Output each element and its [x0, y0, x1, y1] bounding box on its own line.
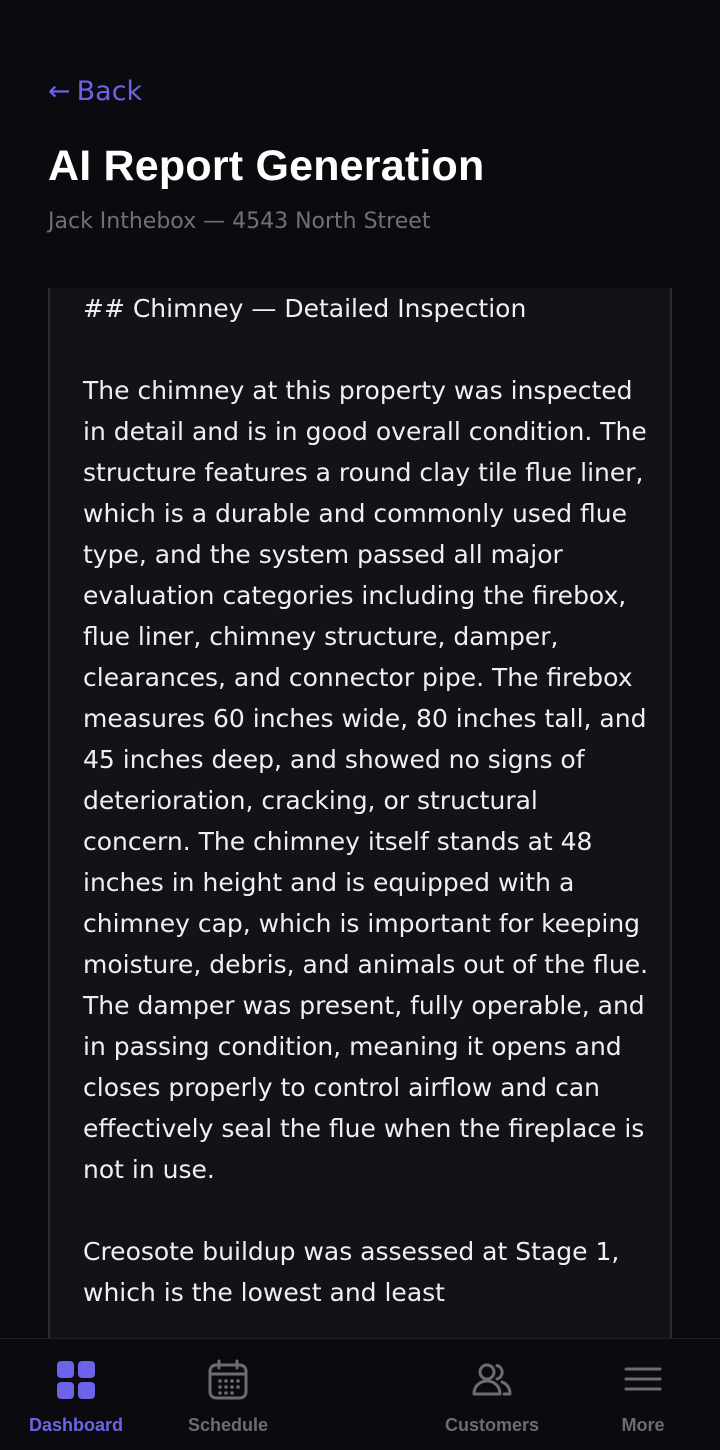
nav-more[interactable]: More — [600, 1339, 686, 1450]
nav-label-customers: Customers — [444, 1415, 540, 1435]
nav-customers[interactable]: Customers — [432, 1339, 552, 1450]
menu-icon — [624, 1367, 662, 1391]
report-content: ## Chimney — Detailed Inspection The chi… — [83, 288, 650, 1313]
nav-label-more: More — [621, 1415, 665, 1435]
back-label: Back — [76, 76, 143, 107]
report-heading: ## Chimney — Detailed Inspection — [83, 294, 527, 323]
screen: ← Back AI Report Generation Jack Inthebo… — [0, 0, 720, 1450]
report-paragraph-2: Creosote buildup was assessed at Stage 1… — [83, 1237, 628, 1307]
nav-label-schedule: Schedule — [187, 1415, 269, 1435]
report-text-area[interactable]: ## Chimney — Detailed Inspection The chi… — [48, 288, 672, 1368]
dashboard-icon — [57, 1361, 95, 1399]
page-subtitle: Jack Inthebox — 4543 North Street — [48, 209, 431, 234]
back-button[interactable]: ← Back — [48, 76, 142, 107]
calendar-icon — [208, 1359, 248, 1400]
nav-schedule[interactable]: Schedule — [172, 1339, 284, 1450]
users-icon — [472, 1363, 512, 1396]
arrow-left-icon: ← — [48, 76, 71, 107]
page-title: AI Report Generation — [48, 142, 485, 190]
bottom-nav: Dashboard Schedule Customers More — [0, 1338, 720, 1450]
nav-label-dashboard: Dashboard — [28, 1415, 124, 1435]
nav-dashboard[interactable]: Dashboard — [20, 1339, 132, 1450]
report-paragraph-1: The chimney at this property was inspect… — [83, 376, 656, 1184]
